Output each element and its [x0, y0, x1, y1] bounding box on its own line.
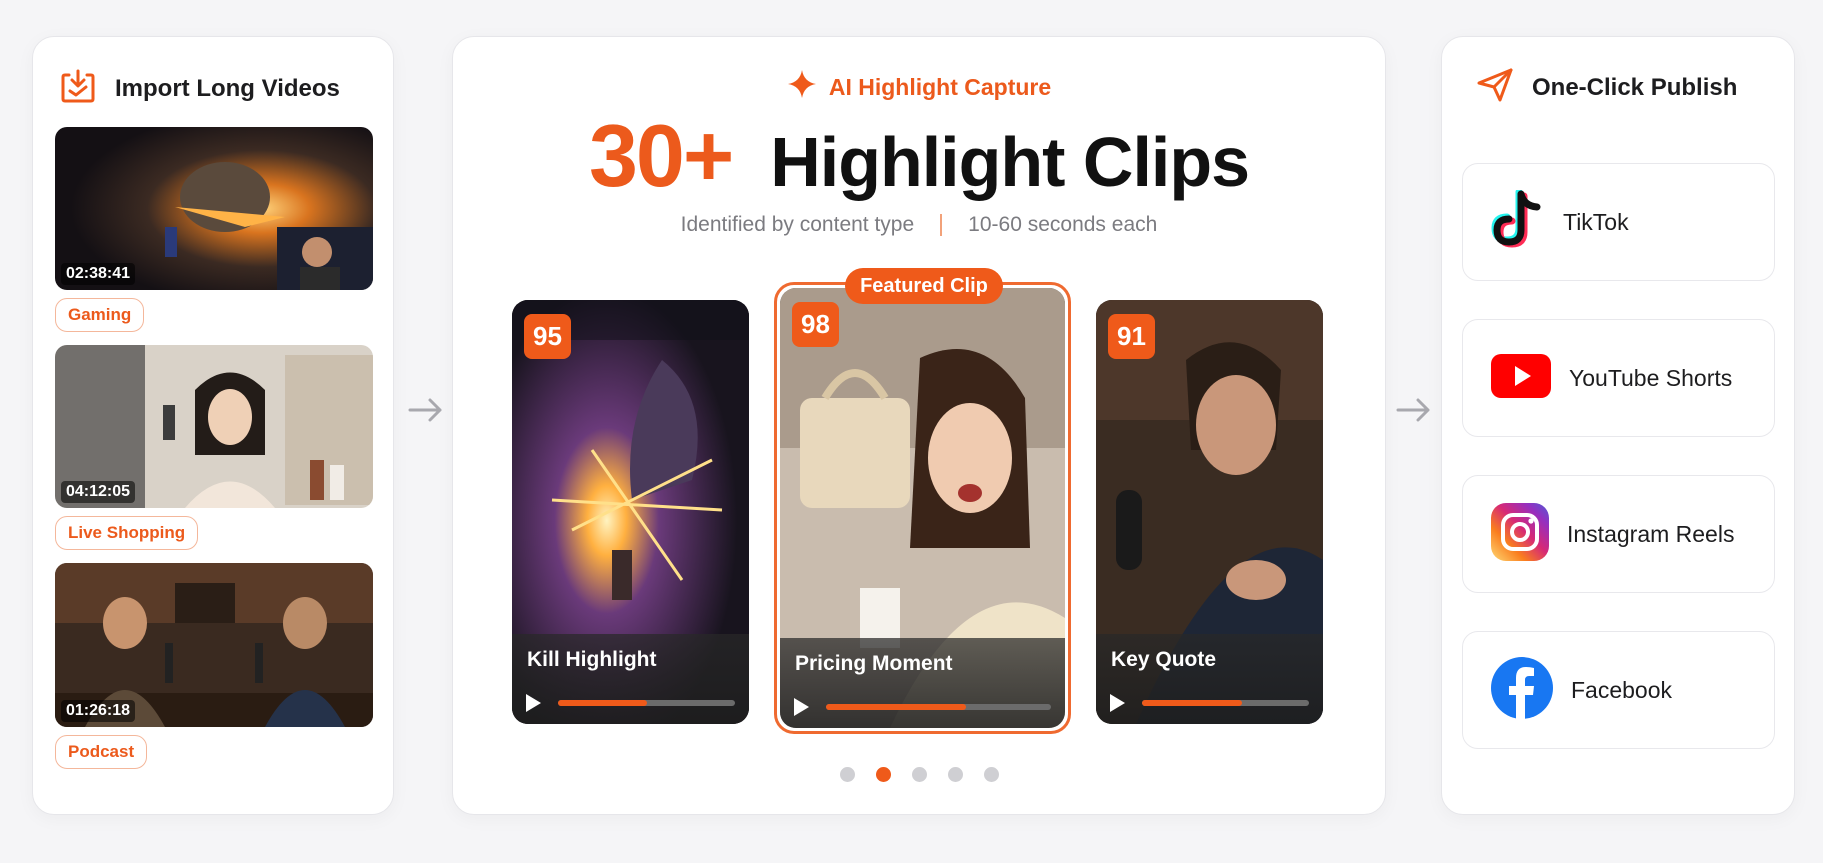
- clip-controls: Kill Highlight: [512, 634, 749, 724]
- subtitle: Identified by content type 10-60 seconds…: [453, 213, 1385, 237]
- play-icon[interactable]: [794, 698, 809, 716]
- clip-score: 91: [1108, 314, 1155, 359]
- import-title: Import Long Videos: [115, 74, 340, 102]
- clip-progress-fill: [826, 704, 966, 710]
- platform-label: Facebook: [1571, 676, 1673, 703]
- clip-label: Kill Highlight: [527, 648, 657, 671]
- youtube-icon: [1491, 353, 1551, 403]
- video-duration: 02:38:41: [61, 263, 136, 285]
- clip-label: Pricing Moment: [795, 652, 953, 675]
- import-panel: Import Long Videos 02:38:41 Gaming 04:12…: [32, 36, 394, 815]
- clip-score: 98: [792, 302, 839, 347]
- headline-number: 30+: [588, 106, 734, 205]
- import-header: Import Long Videos: [59, 67, 340, 110]
- headline: 30+ Highlight Clips: [453, 105, 1385, 207]
- headline-text: Highlight Clips: [770, 123, 1250, 201]
- clip-controls: Key Quote: [1096, 634, 1323, 724]
- pagination-dot[interactable]: [911, 767, 927, 782]
- category-tag-podcast: Podcast: [55, 735, 148, 769]
- platform-youtube-shorts[interactable]: YouTube Shorts: [1462, 319, 1775, 437]
- send-icon: [1476, 67, 1514, 108]
- ai-capture-eyebrow: AI Highlight Capture: [453, 69, 1385, 105]
- pagination-dot-active[interactable]: [875, 767, 891, 782]
- subtitle-content-type: Identified by content type: [680, 213, 915, 236]
- clip-controls: Pricing Moment: [780, 638, 1065, 728]
- ai-capture-label: AI Highlight Capture: [828, 73, 1052, 100]
- clip-score: 95: [524, 314, 571, 359]
- platform-facebook[interactable]: Facebook: [1462, 631, 1775, 749]
- pagination: [453, 767, 1385, 782]
- instagram-icon: [1491, 502, 1549, 566]
- category-tag-live-shopping: Live Shopping: [55, 516, 199, 550]
- facebook-icon: [1491, 656, 1553, 724]
- sparkle-icon: [787, 69, 817, 105]
- platform-tiktok[interactable]: TikTok: [1462, 163, 1775, 281]
- clip-progress-track[interactable]: [558, 700, 735, 706]
- clip-label: Key Quote: [1111, 648, 1217, 671]
- tiktok-icon: [1491, 188, 1545, 255]
- play-icon[interactable]: [1110, 694, 1125, 712]
- video-thumbnail-podcast[interactable]: 01:26:18: [55, 563, 373, 727]
- platform-label: TikTok: [1563, 208, 1629, 235]
- video-thumbnail-live-shopping[interactable]: 04:12:05: [55, 345, 373, 508]
- pagination-dot[interactable]: [947, 767, 963, 782]
- category-tag-gaming: Gaming: [55, 298, 145, 332]
- arrow-right-icon: [1396, 396, 1432, 429]
- platform-label: YouTube Shorts: [1569, 364, 1733, 391]
- clip-card-kill-highlight[interactable]: 95 Kill Highlight: [512, 300, 749, 724]
- video-duration: 01:26:18: [61, 700, 136, 722]
- video-thumbnail-gaming[interactable]: 02:38:41: [55, 127, 373, 290]
- play-icon[interactable]: [526, 694, 541, 712]
- platform-label: Instagram Reels: [1567, 520, 1735, 547]
- arrow-right-icon: [408, 396, 444, 429]
- pagination-dot[interactable]: [839, 767, 855, 782]
- clip-progress-fill: [558, 700, 647, 706]
- publish-title: One-Click Publish: [1532, 73, 1738, 101]
- featured-clip-badge: Featured Clip: [845, 268, 1003, 304]
- import-icon: [59, 67, 97, 110]
- clip-progress-fill: [1142, 700, 1243, 706]
- clip-card-key-quote[interactable]: 91 Key Quote: [1096, 300, 1323, 724]
- publish-panel: One-Click Publish TikTok YouTube Shorts: [1441, 36, 1795, 815]
- clip-progress-track[interactable]: [1142, 700, 1309, 706]
- video-duration: 04:12:05: [61, 481, 136, 503]
- platform-instagram-reels[interactable]: Instagram Reels: [1462, 475, 1775, 593]
- pagination-dot[interactable]: [983, 767, 999, 782]
- publish-header: One-Click Publish: [1476, 67, 1737, 108]
- clip-card-pricing-moment[interactable]: 98 Pricing Moment: [780, 288, 1065, 728]
- subtitle-divider: [940, 214, 943, 236]
- clip-progress-track[interactable]: [826, 704, 1051, 710]
- subtitle-duration: 10-60 seconds each: [968, 213, 1158, 236]
